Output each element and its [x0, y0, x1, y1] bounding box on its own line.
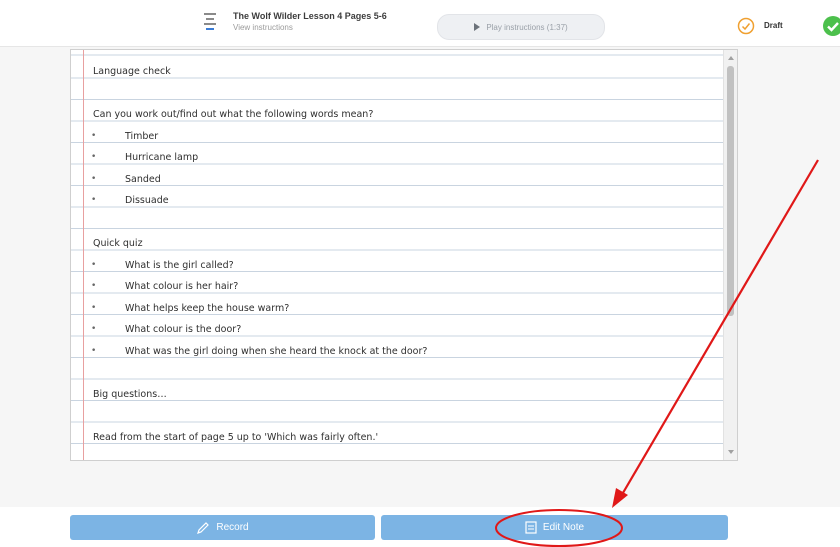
record-label: Record [216, 522, 249, 533]
play-icon [474, 23, 481, 31]
view-instructions-link[interactable]: View instructions [233, 23, 387, 32]
note-line: Big questions… [93, 388, 167, 400]
note-icon [525, 521, 537, 534]
play-instructions-label: Play instructions (1:37) [486, 22, 568, 32]
play-instructions-button[interactable]: Play instructions (1:37) [437, 14, 605, 40]
note-bullet-item: What was the girl doing when she heard t… [91, 341, 713, 363]
lined-paper: Language check Can you work out/find out … [71, 50, 723, 460]
note-line: Can you work out/find out what the follo… [93, 109, 374, 120]
pencil-icon [197, 521, 210, 534]
scroll-up-icon[interactable] [728, 56, 734, 60]
note-bullet-item: Timber [91, 126, 713, 148]
note-bullet-item: What helps keep the house warm? [91, 298, 713, 320]
assignment-title: The Wolf Wilder Lesson 4 Pages 5-6 [233, 11, 387, 21]
note-document[interactable]: Language check Can you work out/find out … [70, 49, 738, 461]
note-scrollbar[interactable] [723, 50, 737, 460]
scroll-thumb[interactable] [727, 66, 734, 316]
note-line [93, 212, 713, 234]
note-line [93, 83, 713, 105]
draft-clock-icon [737, 17, 755, 35]
note-text: Language check Can you work out/find out … [91, 61, 713, 448]
note-bullet-item: What is the girl called? [91, 255, 713, 277]
note-bullet-item: Sanded [91, 169, 713, 191]
edit-note-label: Edit Note [542, 522, 585, 533]
document-icon [204, 13, 216, 30]
note-bullet-item: Hurricane lamp [91, 147, 713, 169]
note-line [93, 362, 713, 384]
note-bullet-item: What colour is her hair? [91, 276, 713, 298]
assignment-title-block: The Wolf Wilder Lesson 4 Pages 5-6 View … [233, 11, 387, 32]
top-bar: The Wolf Wilder Lesson 4 Pages 5-6 View … [0, 0, 840, 47]
draft-status-label: Draft [764, 21, 783, 30]
note-bullet-item: What colour is the door? [91, 319, 713, 341]
scroll-down-icon[interactable] [728, 450, 734, 454]
note-line: Quick quiz [93, 238, 143, 249]
margin-line [83, 50, 84, 460]
edit-note-button[interactable]: Edit Note [381, 515, 728, 540]
note-line: Read from the start of page 5 up to 'Whi… [93, 431, 379, 443]
note-bullet-item: Dissuade [91, 190, 713, 212]
record-button[interactable]: Record [70, 515, 375, 540]
note-line [93, 405, 713, 427]
note-line: Language check [93, 66, 171, 77]
checkmark-icon[interactable] [822, 15, 840, 37]
